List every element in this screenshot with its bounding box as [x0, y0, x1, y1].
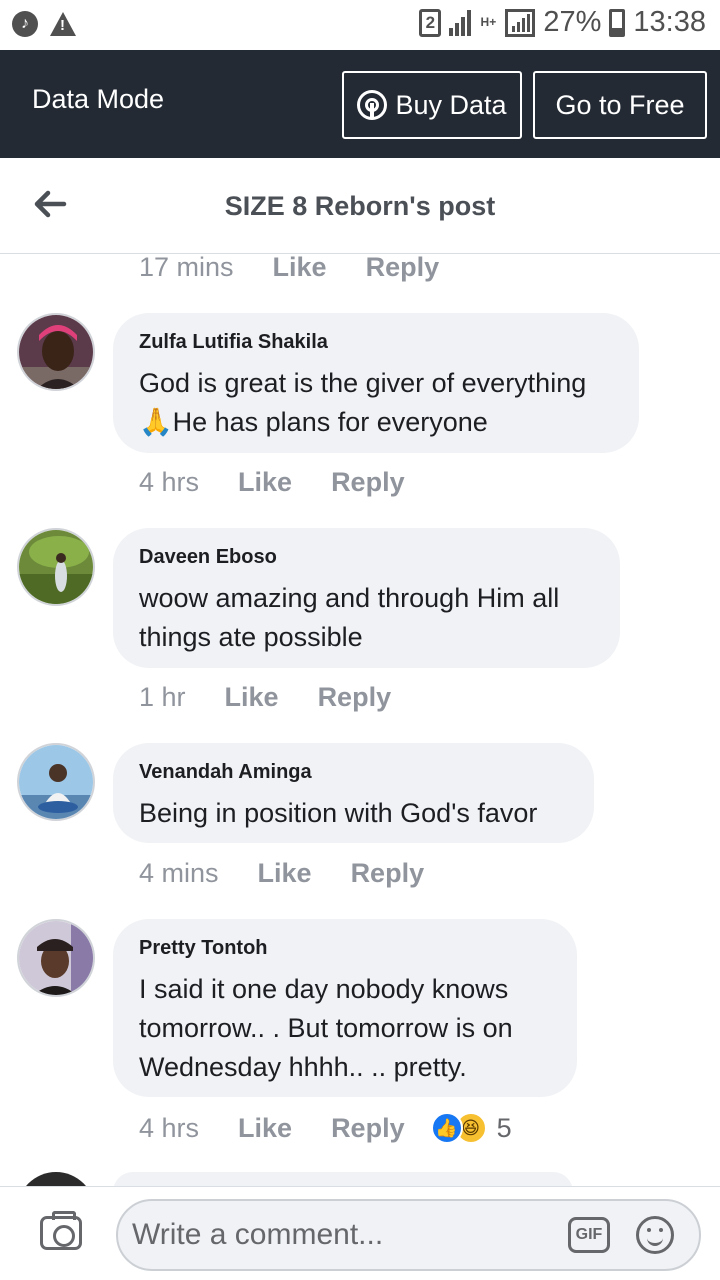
status-bar: ♪ ! 2 H+ 27% 13:38: [0, 0, 720, 50]
go-to-free-button[interactable]: Go to Free: [533, 71, 707, 139]
reply-button[interactable]: Reply: [331, 467, 405, 498]
comment-meta: 4 hrs Like Reply 👍 😆 5: [139, 1112, 512, 1144]
comment-meta: 1 hr Like Reply: [139, 682, 430, 713]
like-reaction-icon: 👍: [430, 1112, 463, 1144]
comment-text: woow amazing and through Him all: [139, 583, 560, 613]
comment-bubble: Venandah Aminga Being in position with G…: [113, 743, 594, 843]
comment-text: things ate possible: [139, 622, 363, 652]
signal-box-icon: [505, 8, 536, 37]
comment-text: 🙏He has plans for everyone: [139, 407, 488, 437]
comment-meta: 17 mins Like Reply: [139, 252, 478, 283]
comment-meta: 4 hrs Like Reply: [139, 467, 444, 498]
comment-bubble: Zulfa Lutifia Shakila God is great is th…: [113, 313, 639, 453]
antenna-icon: [357, 90, 388, 120]
comment-author[interactable]: Venandah Aminga: [139, 761, 568, 784]
comment-text: God is great is the giver of everything: [139, 368, 587, 398]
comment-bubble: Pretty Tontoh I said it one day nobody k…: [113, 919, 577, 1097]
comment-input-wrapper: GIF: [116, 1199, 701, 1271]
like-button[interactable]: Like: [225, 682, 279, 713]
gif-icon[interactable]: GIF: [568, 1217, 610, 1253]
music-icon: ♪: [12, 11, 38, 37]
data-mode-title: Data Mode: [32, 84, 165, 114]
network-type: H+: [480, 15, 497, 29]
comment-input[interactable]: [132, 1201, 562, 1269]
like-button[interactable]: Like: [238, 467, 292, 498]
reply-button[interactable]: Reply: [366, 252, 440, 283]
comment-author[interactable]: Pretty Tontoh: [139, 937, 551, 960]
battery-icon: [609, 8, 626, 37]
comment-time: 1 hr: [139, 682, 186, 712]
page-title: SIZE 8 Reborn's post: [224, 191, 496, 221]
emoji-icon[interactable]: [636, 1216, 674, 1254]
buy-data-button[interactable]: Buy Data: [342, 71, 522, 139]
reaction-count: 5: [496, 1112, 512, 1143]
signal-icon: [449, 9, 472, 36]
reply-button[interactable]: Reply: [318, 682, 392, 713]
comment-text: Wednesday hhhh.. .. pretty.: [139, 1052, 467, 1082]
comment-time: 4 mins: [139, 858, 219, 888]
reply-button[interactable]: Reply: [331, 1113, 405, 1144]
reply-button[interactable]: Reply: [351, 858, 425, 889]
avatar[interactable]: [17, 313, 95, 391]
data-mode-bar: Data Mode Buy Data Go to Free: [0, 50, 720, 158]
avatar[interactable]: [17, 919, 95, 997]
comment-time: 4 hrs: [139, 467, 200, 497]
comment-author[interactable]: Daveen Eboso: [139, 546, 594, 569]
comment-author[interactable]: Zulfa Lutifia Shakila: [139, 331, 613, 354]
comment-text: Being in position with God's favor: [139, 798, 538, 828]
comment-time: 17 mins: [139, 252, 234, 282]
avatar[interactable]: [17, 528, 95, 606]
comment-time: 4 hrs: [139, 1112, 200, 1143]
go-to-free-label: Go to Free: [555, 89, 685, 120]
sim-slot-icon: 2: [419, 8, 442, 37]
comment-text: I said it one day nobody knows: [139, 974, 509, 1004]
comment-meta: 4 mins Like Reply: [139, 858, 463, 889]
camera-icon[interactable]: [40, 1211, 82, 1250]
clock: 13:38: [633, 6, 706, 38]
battery-percent: 27%: [543, 6, 602, 38]
comment-composer: GIF: [0, 1186, 720, 1280]
reactions-summary[interactable]: 👍 😆 5: [430, 1112, 512, 1144]
buy-data-label: Buy Data: [395, 89, 507, 120]
like-button[interactable]: Like: [258, 858, 312, 889]
warning-icon: !: [50, 12, 76, 36]
avatar[interactable]: [17, 743, 95, 821]
comment-bubble: Daveen Eboso woow amazing and through Hi…: [113, 528, 620, 668]
like-button[interactable]: Like: [238, 1113, 292, 1144]
post-header: SIZE 8 Reborn's post: [0, 158, 720, 254]
like-button[interactable]: Like: [273, 252, 327, 283]
comment-text: tomorrow.. . But tomorrow is on: [139, 1013, 513, 1043]
